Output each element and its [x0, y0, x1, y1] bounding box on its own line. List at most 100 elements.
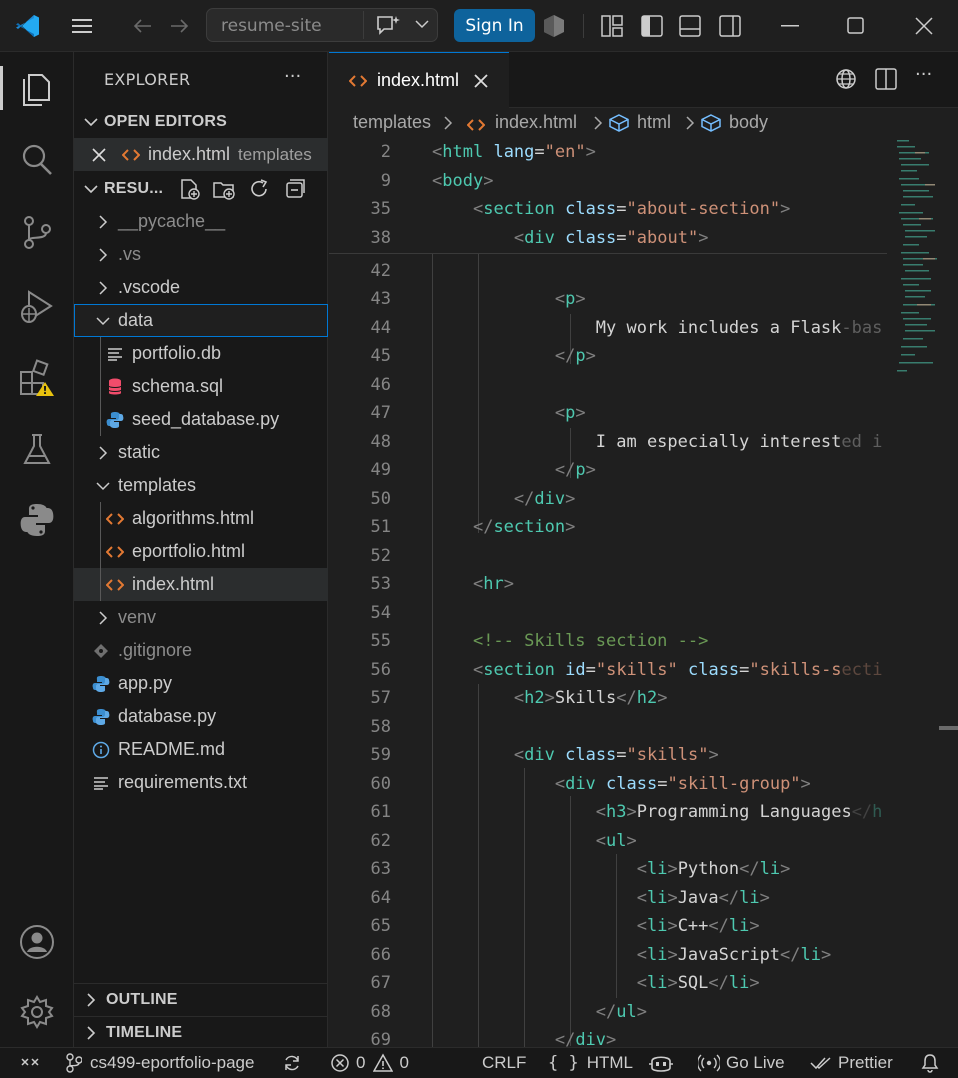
- error-count: 0: [356, 1053, 366, 1072]
- tree-folder-vs[interactable]: .vs: [74, 238, 328, 271]
- testing-icon[interactable]: [0, 422, 74, 478]
- tree-file-index[interactable]: index.html: [74, 568, 328, 601]
- source-control-icon[interactable]: [0, 204, 74, 260]
- outline-section[interactable]: OUTLINE: [74, 983, 328, 1016]
- collapse-all-icon[interactable]: [284, 178, 306, 205]
- chevron-down-icon[interactable]: [415, 18, 429, 33]
- language-mode-item[interactable]: { } HTML: [548, 1053, 633, 1073]
- more-actions-icon[interactable]: ···: [284, 66, 301, 87]
- toggle-panel-icon[interactable]: [674, 10, 706, 42]
- tree-file-schema-sql[interactable]: schema.sql: [74, 370, 328, 403]
- tree-label: .vscode: [118, 277, 181, 297]
- warning-icon: [373, 1053, 394, 1073]
- settings-gear-icon[interactable]: [0, 984, 74, 1040]
- explorer-icon[interactable]: [0, 60, 74, 116]
- tree-file-eportfolio[interactable]: eportfolio.html: [74, 535, 328, 568]
- tree-file-algorithms[interactable]: algorithms.html: [74, 502, 328, 535]
- sign-in-button[interactable]: Sign In: [454, 9, 535, 42]
- tree-file-database-py[interactable]: database.py: [74, 700, 328, 733]
- code-line: </div>: [554, 1030, 617, 1047]
- close-window-icon[interactable]: [908, 10, 940, 42]
- close-tab-icon[interactable]: [473, 73, 489, 89]
- code-line: <div class="about">: [513, 228, 709, 248]
- workspace-name: resume-site: [221, 16, 322, 36]
- python-icon[interactable]: [0, 492, 74, 548]
- tree-file-gitignore[interactable]: .gitignore: [74, 634, 328, 667]
- new-folder-icon[interactable]: [212, 178, 236, 205]
- tree-file-seed-database[interactable]: seed_database.py: [74, 403, 328, 436]
- close-icon[interactable]: [92, 147, 112, 162]
- tree-folder-templates[interactable]: templates: [74, 469, 328, 502]
- refresh-icon[interactable]: [248, 178, 270, 205]
- chevron-right-icon: [94, 445, 112, 460]
- tree-file-portfolio-db[interactable]: portfolio.db: [74, 337, 328, 370]
- chevron-right-icon: [82, 1026, 100, 1040]
- outline-label: OUTLINE: [106, 991, 178, 1008]
- eol-indicator[interactable]: CRLF: [482, 1053, 526, 1073]
- html-file-icon: [466, 116, 486, 137]
- git-branch-item[interactable]: cs499-eportfolio-page: [66, 1053, 254, 1073]
- maximize-icon[interactable]: [840, 10, 872, 42]
- tree-folder-venv[interactable]: venv: [74, 601, 328, 634]
- toggle-secondary-sidebar-icon[interactable]: [714, 10, 746, 42]
- forward-arrow-icon[interactable]: [164, 10, 196, 42]
- breadcrumb-body[interactable]: body: [729, 112, 768, 133]
- open-editors-section[interactable]: OPEN EDITORS: [74, 105, 328, 138]
- tree-folder-data[interactable]: data: [74, 304, 328, 337]
- code-line: <div class="skills">: [513, 745, 719, 765]
- tree-folder-vscode[interactable]: .vscode: [74, 271, 328, 304]
- breadcrumb-html[interactable]: html: [637, 112, 671, 133]
- tree-folder-static[interactable]: static: [74, 436, 328, 469]
- code-line: <section id="skills" class="skills-secti: [472, 660, 883, 680]
- search-icon[interactable]: [0, 132, 74, 188]
- command-center-search[interactable]: resume-site: [206, 8, 438, 42]
- code-editor[interactable]: 2 <html lang="en"> 9 <body> 35 <section …: [329, 138, 958, 1047]
- menu-icon[interactable]: [66, 10, 98, 42]
- scrollbar-thumb[interactable]: [939, 726, 958, 730]
- tab-index-html[interactable]: index.html: [329, 52, 509, 108]
- toggle-primary-sidebar-icon[interactable]: [636, 10, 668, 42]
- accounts-icon[interactable]: [0, 914, 74, 970]
- code-line: <li>Python</li>: [636, 859, 791, 879]
- chevron-right-icon: [685, 114, 695, 135]
- go-live-item[interactable]: Go Live: [698, 1053, 785, 1073]
- timeline-section[interactable]: TIMELINE: [74, 1016, 328, 1049]
- git-branch-icon: [66, 1053, 82, 1073]
- breadcrumb: templates index.html html body: [329, 108, 958, 138]
- tree-file-requirements[interactable]: requirements.txt: [74, 766, 328, 799]
- run-and-debug-icon[interactable]: [0, 278, 74, 334]
- accounts-cube-icon[interactable]: [538, 10, 570, 42]
- more-actions-icon[interactable]: ···: [915, 64, 932, 85]
- tree-label: .vs: [118, 244, 142, 264]
- minimap[interactable]: [895, 138, 939, 378]
- tree-file-app-py[interactable]: app.py: [74, 667, 328, 700]
- project-folder-section[interactable]: RESU...: [74, 172, 328, 205]
- double-check-icon: [810, 1055, 832, 1071]
- tree-folder-pycache[interactable]: __pycache__: [74, 205, 328, 238]
- open-editor-item[interactable]: index.html templates: [74, 138, 328, 171]
- customize-layout-icon[interactable]: [596, 10, 628, 42]
- prettier-item[interactable]: Prettier: [810, 1053, 893, 1073]
- minimize-icon[interactable]: [774, 10, 806, 42]
- line-number: 44: [370, 318, 391, 338]
- notifications-bell-icon[interactable]: [920, 1053, 940, 1073]
- remote-indicator-icon[interactable]: [20, 1053, 40, 1071]
- text-file-icon: [90, 776, 112, 790]
- copilot-icon[interactable]: [648, 1053, 674, 1075]
- line-number: 52: [370, 546, 391, 566]
- new-file-icon[interactable]: [178, 178, 200, 205]
- split-editor-icon[interactable]: [875, 68, 897, 94]
- extensions-icon[interactable]: !: [0, 350, 74, 406]
- title-bar: resume-site Sign In: [0, 0, 958, 52]
- code-line: <h3>Programming Languages</h: [595, 802, 883, 822]
- html-file-icon: [120, 148, 142, 162]
- copilot-chat-icon[interactable]: [375, 14, 401, 40]
- breadcrumb-index-html[interactable]: index.html: [495, 112, 577, 133]
- breadcrumb-templates[interactable]: templates: [353, 112, 431, 133]
- open-preview-globe-icon[interactable]: [835, 68, 857, 94]
- tree-file-readme[interactable]: README.md: [74, 733, 328, 766]
- back-arrow-icon[interactable]: [126, 10, 158, 42]
- line-number: 49: [370, 460, 391, 480]
- problems-indicator[interactable]: 0 0: [330, 1053, 409, 1073]
- sync-icon[interactable]: [282, 1053, 302, 1073]
